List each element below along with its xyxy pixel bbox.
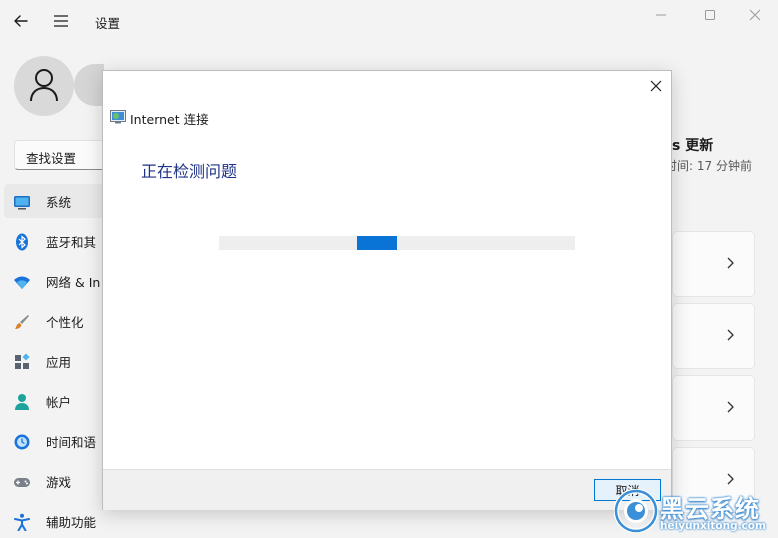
bluetooth-icon xyxy=(16,233,28,251)
watermark-url: heiyunxitong.com xyxy=(660,520,766,532)
chevron-right-icon xyxy=(727,473,734,485)
maximize-icon[interactable] xyxy=(687,7,733,23)
chevron-right-icon xyxy=(727,329,734,341)
sidebar-item-label: 网络 & In xyxy=(46,275,101,290)
apps-icon xyxy=(15,353,30,369)
windows-update-last-checked: 时间: 17 分钟前 xyxy=(665,159,752,173)
search-input[interactable]: 查找设置 xyxy=(14,140,114,170)
sidebar-item-apps[interactable]: 应用 xyxy=(0,344,104,378)
sidebar-item-accounts[interactable]: 帐户 xyxy=(0,384,104,418)
settings-card[interactable] xyxy=(672,231,755,297)
settings-card[interactable] xyxy=(672,303,755,369)
sidebar-item-bluetooth[interactable]: 蓝牙和其 xyxy=(0,224,104,258)
globe-clock-icon xyxy=(14,434,30,450)
gamepad-icon xyxy=(14,478,30,487)
sidebar-item-label: 时间和语 xyxy=(46,435,97,450)
dialog-title: Internet 连接 xyxy=(130,112,209,127)
watermark: 黑云系统 heiyunxitong.com xyxy=(612,485,778,536)
progress-marquee-segment xyxy=(357,236,397,250)
accessibility-icon xyxy=(14,513,30,531)
avatar[interactable] xyxy=(14,56,74,116)
windows-update-title: s 更新 xyxy=(672,138,714,154)
sidebar-item-label: 蓝牙和其 xyxy=(46,235,97,250)
sidebar-item-label: 辅助功能 xyxy=(46,515,97,530)
display-icon xyxy=(14,196,30,210)
app-title: 设置 xyxy=(95,16,121,31)
search-placeholder: 查找设置 xyxy=(26,151,77,166)
sidebar-item-time-language[interactable]: 时间和语 xyxy=(0,424,104,458)
settings-card[interactable] xyxy=(672,375,755,441)
sidebar-item-system[interactable]: 系统 xyxy=(4,184,104,218)
person-icon xyxy=(15,394,29,410)
internet-connection-icon xyxy=(110,110,126,124)
watermark-name: 黑云系统 xyxy=(660,495,760,523)
chevron-right-icon xyxy=(727,401,734,413)
chevron-right-icon xyxy=(727,257,734,269)
sidebar-item-label: 应用 xyxy=(46,355,72,370)
minimize-icon[interactable] xyxy=(638,7,684,23)
dialog-heading: 正在检测问题 xyxy=(141,162,238,181)
watermark-logo-icon xyxy=(614,489,658,533)
hamburger-menu-icon[interactable] xyxy=(52,12,70,30)
sidebar-item-label: 个性化 xyxy=(46,315,84,330)
dialog-close-icon[interactable] xyxy=(649,79,663,93)
back-arrow-icon[interactable] xyxy=(12,12,30,30)
progress-bar xyxy=(219,236,575,250)
sidebar-item-gaming[interactable]: 游戏 xyxy=(0,464,104,498)
sidebar-item-label: 游戏 xyxy=(46,475,72,490)
wifi-icon xyxy=(14,276,30,289)
sidebar-item-label: 帐户 xyxy=(46,395,72,410)
sidebar-item-network[interactable]: 网络 & In xyxy=(0,264,104,298)
sidebar-item-personalization[interactable]: 个性化 xyxy=(0,304,104,338)
user-icon xyxy=(30,69,58,102)
paintbrush-icon xyxy=(15,315,29,329)
troubleshooter-dialog: Internet 连接 正在检测问题 取消 xyxy=(102,70,672,510)
account-name-placeholder xyxy=(74,64,104,106)
window-close-icon[interactable] xyxy=(732,7,778,23)
title-bar: 设置 xyxy=(0,0,778,44)
sidebar-item-accessibility[interactable]: 辅助功能 xyxy=(0,504,104,538)
dialog-footer: 取消 xyxy=(103,469,671,510)
sidebar-item-label: 系统 xyxy=(46,195,72,210)
